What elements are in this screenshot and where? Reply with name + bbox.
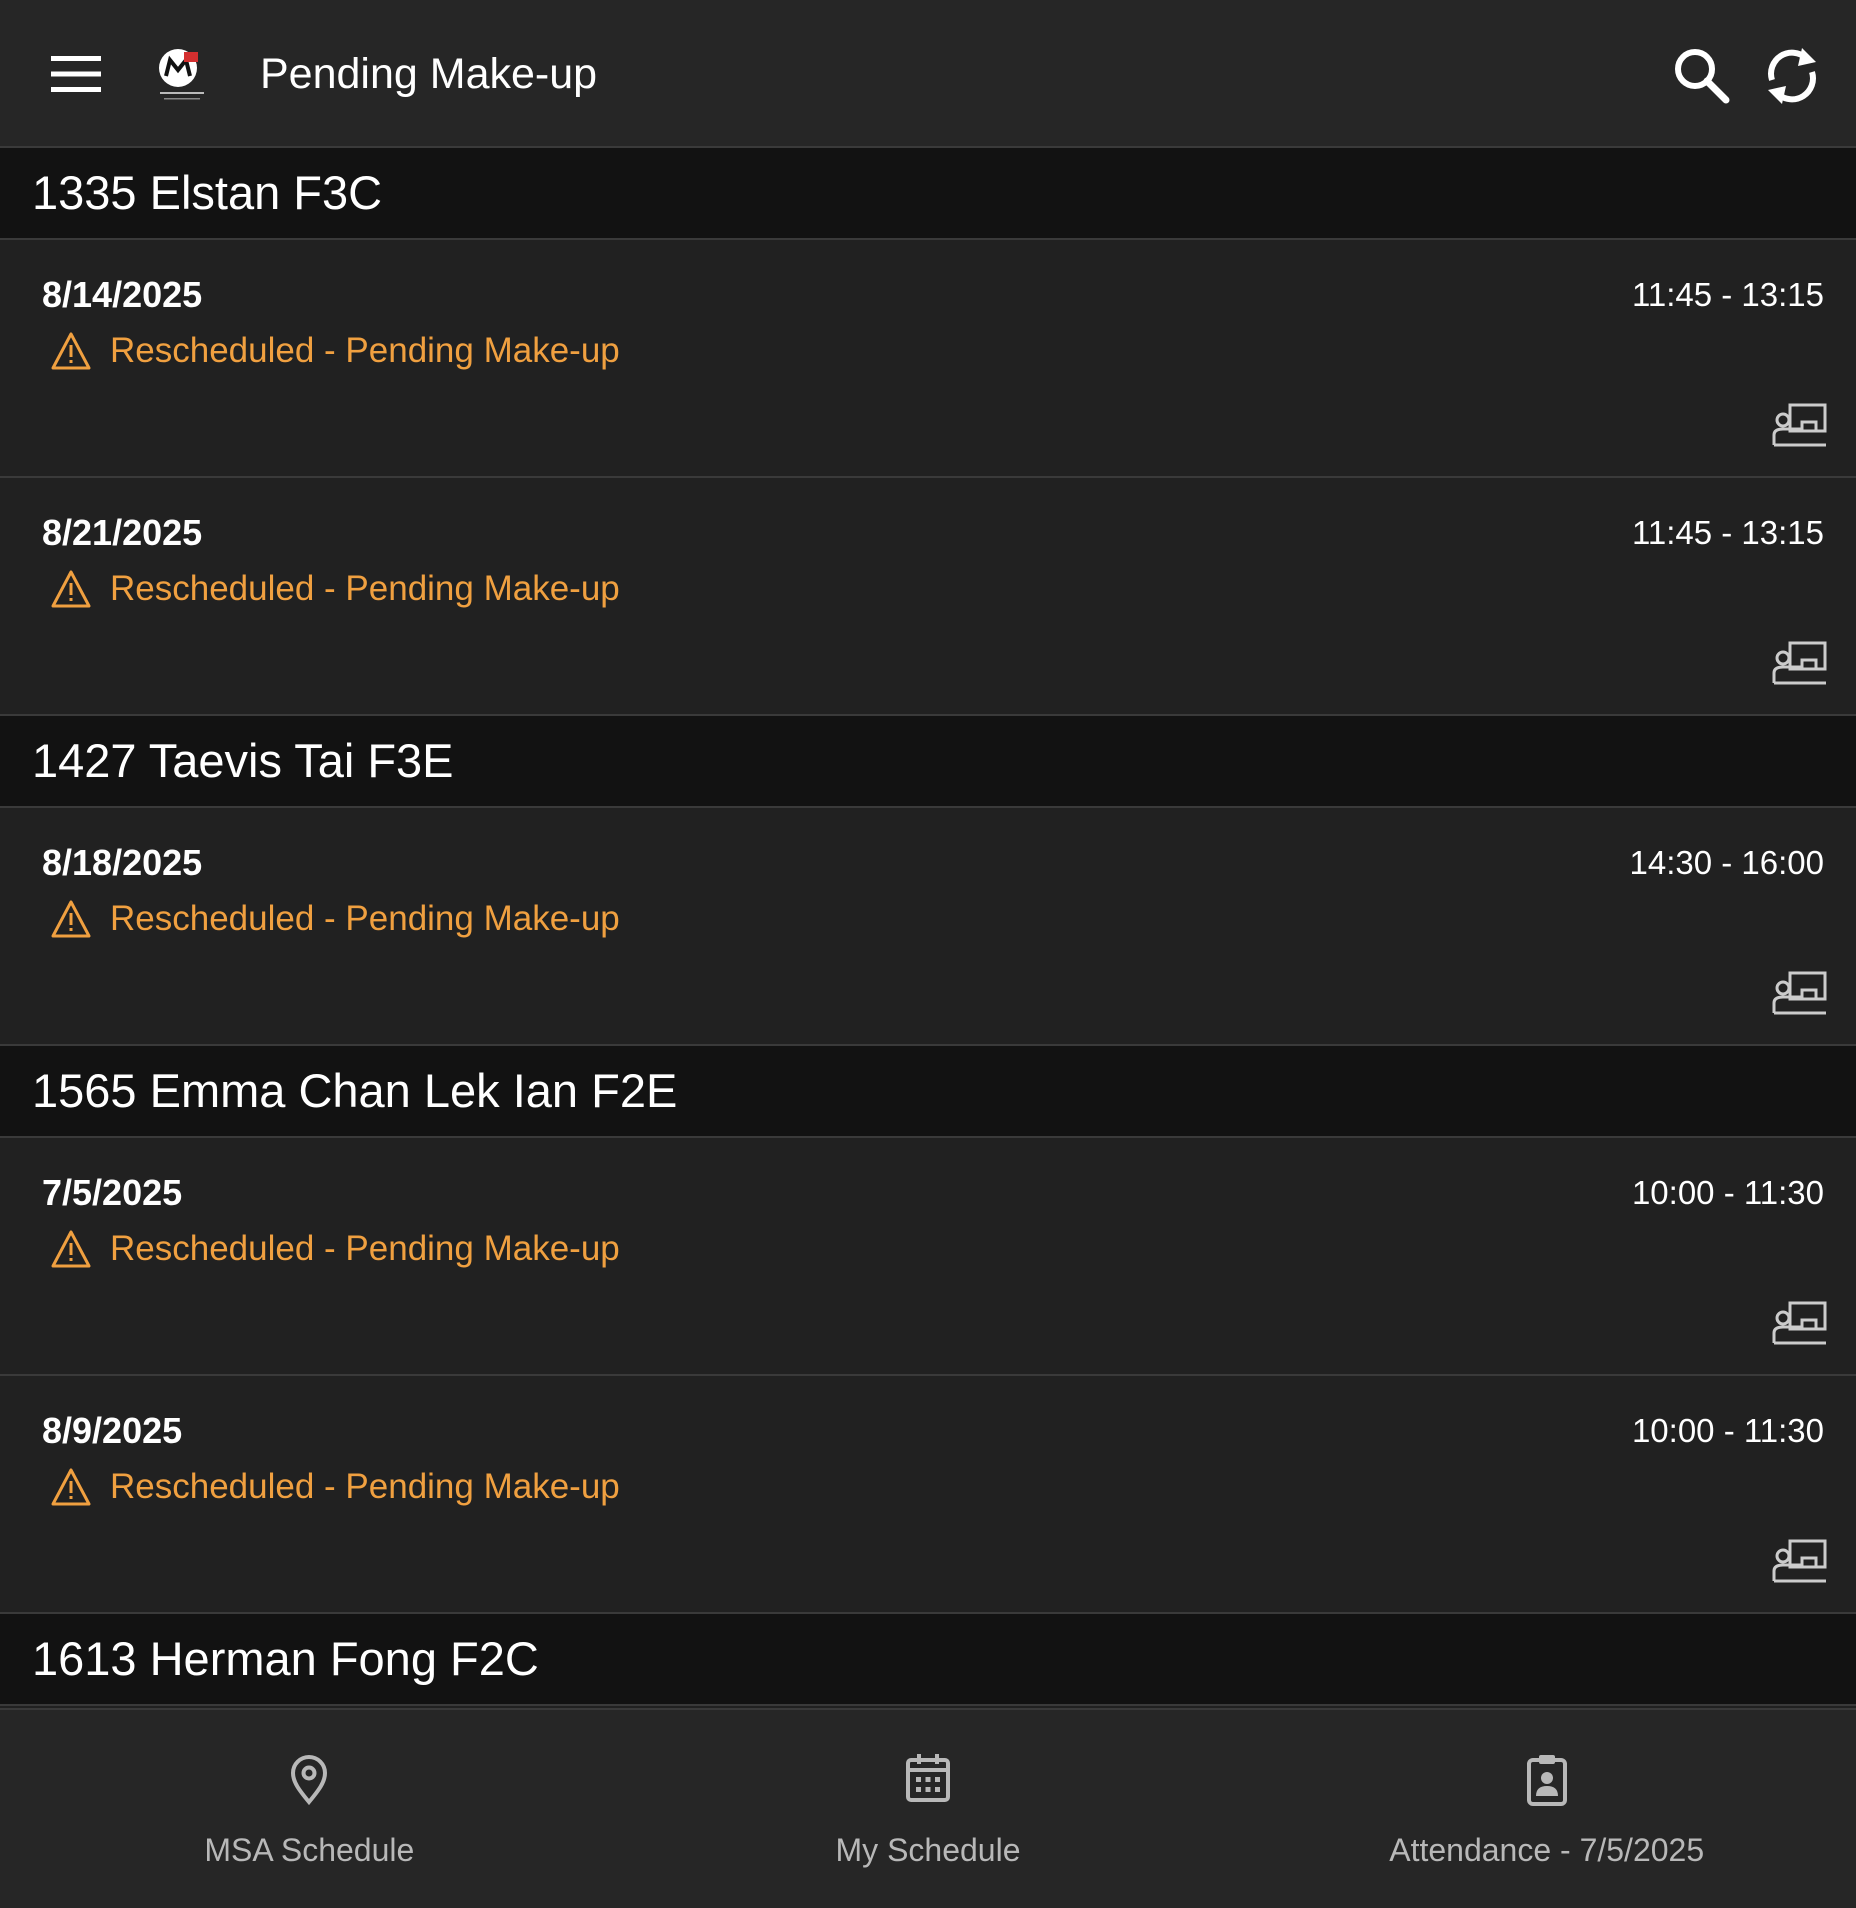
calendar-icon (906, 1754, 950, 1802)
refresh-button[interactable] (1758, 42, 1826, 110)
item-status: Rescheduled - Pending Make-up (50, 328, 620, 374)
classroom-icon (1772, 1539, 1827, 1583)
item-date: 7/5/2025 (42, 1172, 183, 1213)
nav-label: My Schedule (835, 1832, 1021, 1868)
list-item[interactable]: 7/5/2025 10:00 - 11:30 Rescheduled - Pen… (0, 1138, 1856, 1376)
makeup-list[interactable]: 1335 Elstan F3C 8/14/2025 11:45 - 13:15 … (0, 148, 1856, 1708)
menu-button[interactable] (44, 44, 108, 104)
nav-label: MSA Schedule (204, 1832, 415, 1868)
warning-icon (51, 900, 91, 938)
group-header: 1613 Herman Fong F2C (0, 1614, 1856, 1706)
list-item[interactable]: 8/21/2025 11:45 - 13:15 Rescheduled - Pe… (0, 478, 1856, 716)
bottom-navigation: MSA Schedule My Schedule Attendance - 7/… (0, 1708, 1856, 1908)
location-pin-icon (291, 1755, 328, 1806)
search-icon (1675, 49, 1730, 104)
clipboard-user-icon (1526, 1755, 1567, 1806)
status-text: Rescheduled - Pending Make-up (110, 569, 620, 608)
search-button[interactable] (1670, 44, 1734, 108)
item-time: 10:00 - 11:30 (1631, 1174, 1824, 1211)
item-time: 11:45 - 13:15 (1631, 276, 1824, 313)
group-header: 1335 Elstan F3C (0, 148, 1856, 240)
app-bar: Pending Make-up (0, 0, 1856, 148)
menu-icon (51, 56, 101, 92)
warning-icon (51, 332, 91, 370)
item-status: Rescheduled - Pending Make-up (50, 896, 620, 942)
page-title: Pending Make-up (260, 50, 598, 98)
item-status: Rescheduled - Pending Make-up (50, 1226, 620, 1272)
item-date: 8/9/2025 (42, 1410, 183, 1451)
status-text: Rescheduled - Pending Make-up (110, 1229, 620, 1268)
list-item[interactable]: 8/9/2025 10:00 - 11:30 Rescheduled - Pen… (0, 1376, 1856, 1614)
item-status: Rescheduled - Pending Make-up (50, 566, 620, 612)
warning-icon (51, 570, 91, 608)
nav-tab-msa-schedule[interactable]: MSA Schedule (0, 1710, 619, 1908)
status-text: Rescheduled - Pending Make-up (110, 1467, 620, 1506)
item-date: 8/14/2025 (42, 274, 203, 315)
item-time: 10:00 - 11:30 (1631, 1412, 1824, 1449)
warning-icon (51, 1230, 91, 1268)
list-item[interactable]: 8/14/2025 11:45 - 13:15 Rescheduled - Pe… (0, 240, 1856, 478)
item-status: Rescheduled - Pending Make-up (50, 1464, 620, 1510)
nav-tab-attendance[interactable]: Attendance - 7/5/2025 (1237, 1710, 1856, 1908)
item-date: 8/21/2025 (42, 512, 203, 553)
warning-icon (51, 1468, 91, 1506)
list-item[interactable]: 8/18/2025 14:30 - 16:00 Rescheduled - Pe… (0, 808, 1856, 1046)
classroom-icon (1772, 403, 1827, 447)
classroom-icon (1772, 641, 1827, 685)
item-time: 11:45 - 13:15 (1631, 514, 1824, 551)
status-text: Rescheduled - Pending Make-up (110, 899, 620, 938)
group-header: 1565 Emma Chan Lek Ian F2E (0, 1046, 1856, 1138)
app-logo (159, 49, 204, 100)
group-header: 1427 Taevis Tai F3E (0, 716, 1856, 808)
nav-label: Attendance - 7/5/2025 (1389, 1832, 1705, 1868)
item-time: 14:30 - 16:00 (1629, 844, 1825, 881)
classroom-icon (1772, 971, 1827, 1015)
status-text: Rescheduled - Pending Make-up (110, 331, 620, 370)
item-date: 8/18/2025 (42, 842, 203, 883)
refresh-icon (1768, 48, 1816, 104)
classroom-icon (1772, 1301, 1827, 1345)
nav-tab-my-schedule[interactable]: My Schedule (619, 1710, 1238, 1908)
